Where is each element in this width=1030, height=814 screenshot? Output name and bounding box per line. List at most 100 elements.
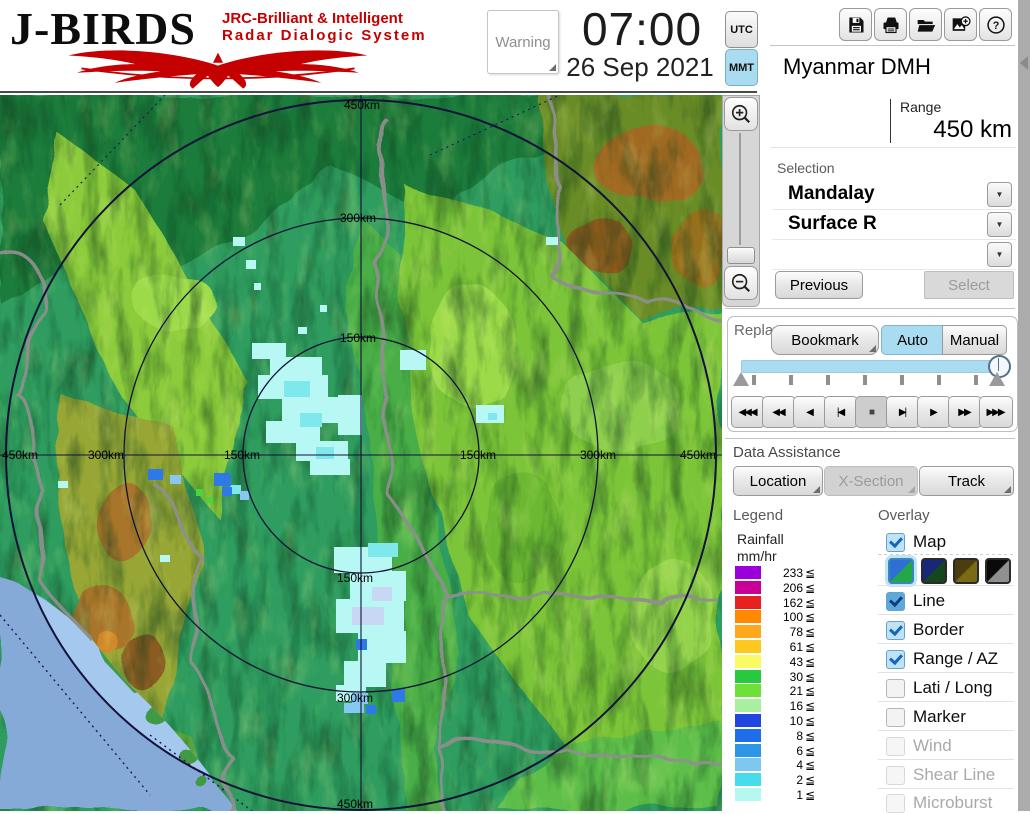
- open-folder-icon: [916, 15, 936, 35]
- sub-product-select[interactable]: ▼: [772, 240, 1016, 270]
- legend-unit: mm/hr: [737, 548, 777, 564]
- utc-button[interactable]: UTC: [725, 11, 758, 48]
- panel-collapse-icon[interactable]: [1020, 56, 1028, 70]
- track-menu-corner-icon: [1004, 486, 1011, 493]
- legend-title: Rainfall: [737, 531, 784, 547]
- slider-end-marker[interactable]: [989, 372, 1005, 386]
- overlay-item-marker[interactable]: Marker: [886, 706, 1016, 728]
- legend-entry: 233≦: [735, 566, 819, 580]
- x-section-button-label: X-Section: [838, 473, 903, 490]
- legend-entry: 61≦: [735, 640, 819, 654]
- selection-label: Selection: [777, 160, 835, 176]
- ring-label: 300km: [88, 448, 124, 462]
- zoom-in-button[interactable]: [724, 97, 758, 131]
- legend-label: Legend: [733, 507, 783, 524]
- legend-entry: 206≦: [735, 581, 819, 595]
- save-button[interactable]: [839, 8, 872, 41]
- checkbox-checked-icon[interactable]: [886, 533, 905, 552]
- checkbox-checked-icon[interactable]: [886, 650, 905, 669]
- manual-button[interactable]: Manual: [942, 325, 1007, 355]
- open-file-button[interactable]: [909, 8, 942, 41]
- play-back-button[interactable]: ◀: [793, 396, 827, 428]
- capture-button[interactable]: [944, 8, 977, 41]
- overlay-item-shear-line: Shear Line: [886, 764, 1016, 786]
- legend-entry: 1≦: [735, 788, 819, 802]
- zoom-out-button[interactable]: [724, 266, 758, 300]
- overlay-item-border[interactable]: Border: [886, 619, 1016, 641]
- step-back-button[interactable]: |◀: [824, 396, 858, 428]
- zoom-slider-handle[interactable]: [727, 247, 755, 264]
- slider-tick: [974, 375, 978, 385]
- checkbox-unchecked-icon[interactable]: [886, 679, 905, 698]
- auto-button[interactable]: Auto: [881, 325, 944, 355]
- legend-entry: 2≦: [735, 773, 819, 787]
- checkbox-unchecked-icon[interactable]: [886, 708, 905, 727]
- map-style-swatch-olive[interactable]: [953, 558, 979, 584]
- ring-label: 150km: [460, 448, 496, 462]
- checkbox-checked-icon[interactable]: [886, 621, 905, 640]
- ring-label: 300km: [337, 691, 373, 705]
- replay-slider-track[interactable]: [741, 360, 1005, 373]
- slider-tick: [900, 375, 904, 385]
- zoom-out-icon: [730, 272, 752, 294]
- clock-date: 26 Sep 2021: [552, 52, 728, 83]
- ring-label: 450km: [337, 797, 373, 811]
- map-style-swatch-gray[interactable]: [985, 558, 1011, 584]
- mmt-button[interactable]: MMT: [725, 49, 758, 86]
- rewind-button[interactable]: ◀◀: [762, 396, 796, 428]
- panel-collapse-strip[interactable]: [1018, 0, 1030, 811]
- overlay-item-map[interactable]: Map: [886, 531, 1016, 553]
- checkbox-disabled-icon: [886, 737, 905, 756]
- select-button[interactable]: Select: [924, 271, 1014, 299]
- overlay-item-lati-long[interactable]: Lati / Long: [886, 677, 1016, 699]
- clock-time: 07:00: [560, 2, 724, 56]
- ring-label: 450km: [2, 448, 38, 462]
- step-forward-button[interactable]: ▶|: [886, 396, 920, 428]
- help-icon: ?: [986, 15, 1006, 35]
- zoom-slider-track[interactable]: [739, 133, 741, 245]
- station-select[interactable]: Mandalay ▼: [772, 180, 1016, 210]
- overlay-item-line[interactable]: Line: [886, 590, 1016, 612]
- legend-entry: 21≦: [735, 684, 819, 698]
- track-button[interactable]: Track: [919, 466, 1014, 496]
- help-button[interactable]: ?: [979, 8, 1012, 41]
- product-select[interactable]: Surface R ▼: [772, 210, 1016, 240]
- forward-button[interactable]: ▶▶: [948, 396, 982, 428]
- ring-label: 300km: [580, 448, 616, 462]
- previous-button[interactable]: Previous: [775, 271, 863, 299]
- ring-label: 150km: [224, 448, 260, 462]
- chevron-down-icon[interactable]: ▼: [987, 242, 1012, 267]
- station-select-value: Mandalay: [788, 183, 875, 205]
- rewind-fast-button[interactable]: ◀◀◀: [731, 396, 765, 428]
- location-menu-corner-icon: [813, 486, 820, 493]
- radar-map-canvas[interactable]: 450km 300km 150km 450km 300km 150km 150k…: [0, 95, 722, 811]
- header-bar: J-BIRDS JRC-Brilliant & Intelligent Rada…: [0, 0, 757, 93]
- checkbox-checked-icon[interactable]: [886, 592, 905, 611]
- warning-button-label: Warning: [495, 34, 550, 51]
- forward-fast-button[interactable]: ▶▶▶: [979, 396, 1013, 428]
- print-icon: [881, 15, 901, 35]
- location-button[interactable]: Location: [733, 466, 823, 496]
- track-button-label: Track: [948, 473, 985, 490]
- x-section-button[interactable]: X-Section: [824, 466, 918, 496]
- warning-button[interactable]: Warning: [487, 10, 559, 74]
- station-title: Myanmar DMH: [783, 54, 931, 80]
- legend-entry: 8≦: [735, 729, 819, 743]
- panel-separator: [725, 308, 1015, 309]
- chevron-down-icon[interactable]: ▼: [987, 182, 1012, 207]
- checkbox-disabled-icon: [886, 794, 905, 813]
- chevron-down-icon[interactable]: ▼: [987, 212, 1012, 237]
- overlay-item-range-az[interactable]: Range / AZ: [886, 648, 1016, 670]
- map-style-swatch-navy[interactable]: [921, 558, 947, 584]
- play-button[interactable]: ▶: [917, 396, 951, 428]
- legend-entry: 100≦: [735, 610, 819, 624]
- slider-tick: [937, 375, 941, 385]
- zoom-in-icon: [730, 103, 752, 125]
- bookmark-button[interactable]: Bookmark: [771, 325, 879, 355]
- stop-button[interactable]: ■: [855, 396, 889, 428]
- slider-tick: [863, 375, 867, 385]
- print-button[interactable]: [874, 8, 907, 41]
- range-value: 450 km: [860, 116, 1012, 144]
- slider-start-marker[interactable]: [733, 372, 749, 386]
- map-style-swatch-blue-green[interactable]: [888, 558, 914, 584]
